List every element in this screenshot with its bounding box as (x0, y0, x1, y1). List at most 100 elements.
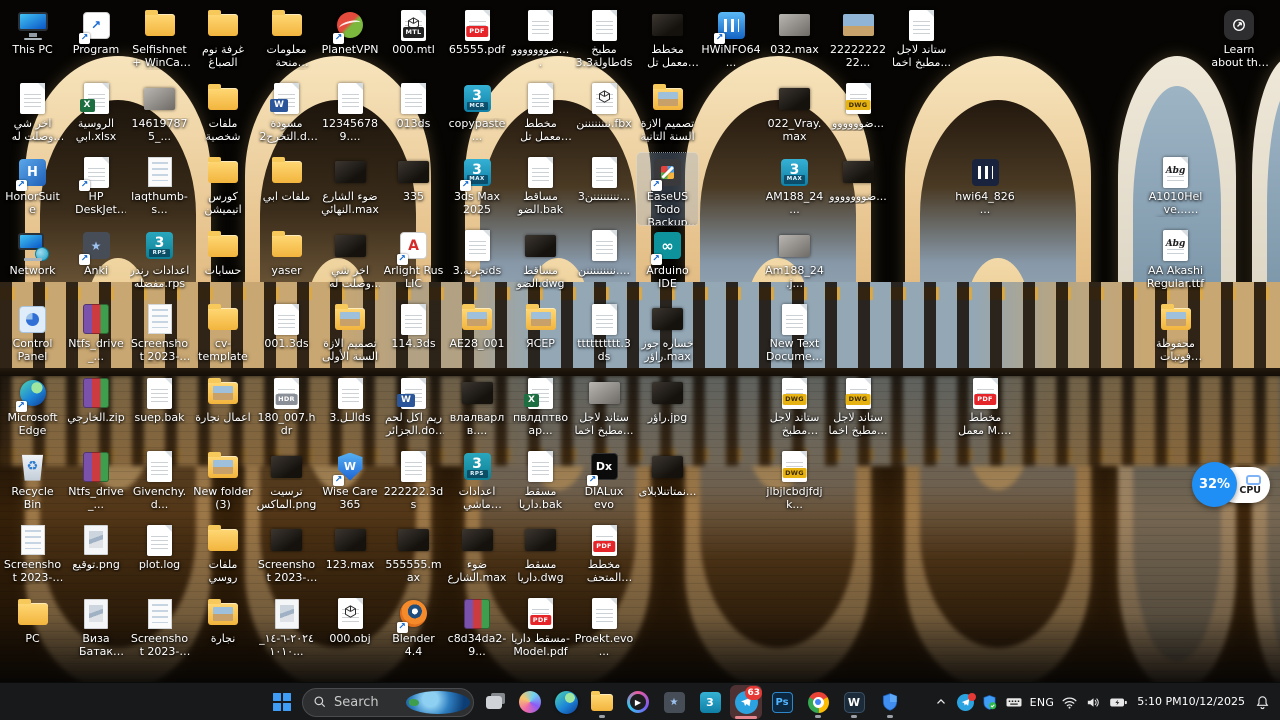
desktop-icon[interactable]: مطبخ طاولة3.3ds (574, 6, 635, 78)
desktop-icon[interactable]: ملفات ابي (256, 153, 317, 225)
tray-telegram-icon[interactable] (954, 687, 977, 717)
desktop-icon[interactable]: PDF65555.pdf (447, 6, 508, 78)
desktop-icon[interactable]: 2222222222... (828, 6, 889, 78)
desktop-icon[interactable]: AbgAA Akashi Regular.ttf (1145, 227, 1206, 299)
desktop-icon[interactable]: DWGستاند لاجل مطبخ اخما... (828, 374, 889, 446)
desktop-icon[interactable]: ∞↗Arduino IDE (637, 227, 698, 299)
desktop-icon[interactable]: ضووووووو... (828, 153, 889, 225)
desktop-icon[interactable]: 022_Vray.max (764, 80, 825, 152)
desktop-icon[interactable]: توقيع.png (66, 521, 127, 593)
desktop-icon[interactable]: ↗Microsoft Edge (2, 374, 63, 446)
desktop-icon[interactable]: حسابات (193, 227, 254, 299)
desktop-icon[interactable]: كورس اتيميشن (193, 153, 254, 225)
desktop-icon[interactable]: اعمال نجارة (193, 374, 254, 446)
desktop-icon[interactable]: الـل.3ds (320, 374, 381, 446)
desktop-icon[interactable]: Xالروسية ابي.xlsx (66, 80, 127, 152)
desktop-icon[interactable]: Xпвлдптвоар... (510, 374, 571, 446)
desktop-icon[interactable]: اخر شي وصلت له ضوووووو... (2, 80, 63, 152)
desktop-icon[interactable]: Learn about this picture (1209, 6, 1270, 78)
tray-chevron-up-icon[interactable] (930, 687, 953, 717)
desktop-icon[interactable]: влалварлв.... (447, 374, 508, 446)
taskbar-file-explorer[interactable] (586, 685, 618, 719)
desktop-icon[interactable]: 3RPSاعدادات ماشي حالك.rps (447, 448, 508, 520)
taskbar-windscribe[interactable]: W (838, 685, 870, 719)
desktop-icon[interactable]: plot.log (129, 521, 190, 593)
desktop-icon[interactable]: Screenshot 2023-06-... (256, 521, 317, 593)
notification-bell-icon[interactable] (1251, 687, 1274, 717)
desktop-icon[interactable]: 013ds (383, 80, 444, 152)
desktop-icon[interactable]: Selfishnet + WinCap (Wi... (129, 6, 190, 78)
wifi-icon[interactable] (1058, 687, 1081, 717)
desktop-icon[interactable]: Wمسودة التخرج2.docx (256, 80, 317, 152)
desktop-icon[interactable]: ↗PlanetVPN (320, 6, 381, 78)
tray-security-shield-icon[interactable] (978, 687, 1001, 717)
desktop-icon[interactable]: HDR180_007.hdr (256, 374, 317, 446)
start-button[interactable] (266, 685, 298, 719)
desktop-icon[interactable]: hwi64_826... (955, 153, 1016, 225)
desktop-icon[interactable]: محفوظة فوتبات حمدي (1145, 300, 1206, 372)
desktop-icon[interactable]: تصميم الازة السنة التانية (637, 80, 698, 152)
desktop-icon[interactable]: PDFمخطط المتحف شع... (574, 521, 635, 593)
desktop-icon[interactable]: ننننننننن.fbx (574, 80, 635, 152)
desktop-icon[interactable]: مساقط الضو.dwg (510, 227, 571, 299)
desktop-icon[interactable]: معلومات منحة الروسية (256, 6, 317, 78)
search-highlight-earth-icon[interactable] (406, 691, 471, 714)
desktop-icon-grid[interactable]: This PC↗↗ProgramSelfishnet + WinCap (Wi.… (0, 0, 1280, 682)
desktop-icon[interactable]: ★↗Anki (66, 227, 127, 299)
desktop-icon[interactable]: 001.3ds (256, 300, 317, 372)
desktop-icon[interactable]: 3MAXAM188_24... (764, 153, 825, 225)
language-indicator[interactable]: ENG (1027, 687, 1058, 717)
battery-icon[interactable] (1106, 687, 1131, 717)
desktop-icon[interactable]: مسقط داريا.bak (510, 448, 571, 520)
desktop-icon[interactable]: PC (2, 595, 63, 667)
volume-icon[interactable] (1082, 687, 1105, 717)
taskbar-copilot[interactable] (514, 685, 546, 719)
desktop-icon[interactable]: DWGستاند لاجل مطبخ اخماتو... (764, 374, 825, 446)
desktop-icon[interactable]: ضووووووو.... (510, 6, 571, 78)
desktop-icon[interactable]: MTL000.mtl (383, 6, 444, 78)
desktop-icon[interactable]: Dx↗DIALux evo (574, 448, 635, 520)
desktop-icon[interactable]: A↗Arlight Rus LIC (383, 227, 444, 299)
desktop-icon[interactable]: New Text Document.txt (764, 300, 825, 372)
desktop-icon[interactable]: Screenshot 2023-01-... (129, 300, 190, 372)
desktop-icon[interactable]: laqthumb-s... (129, 153, 190, 225)
desktop-icon[interactable]: Network (2, 227, 63, 299)
desktop-icon[interactable]: ↗HP DeskJet 2130 series... (66, 153, 127, 225)
desktop-icon[interactable]: ترسيت الماكس.png (256, 448, 317, 520)
desktop-icon[interactable]: خساره جوز راؤر.max (637, 300, 698, 372)
desktop-icon[interactable]: ↗Blender 4.4 (383, 595, 444, 667)
desktop-icon[interactable]: نجارة (193, 595, 254, 667)
taskbar-task-view[interactable] (478, 685, 510, 719)
desktop-icon[interactable]: 3RPSاعدادات رندر مفضله.rps (129, 227, 190, 299)
desktop-icon[interactable]: Screenshot 2023-05-... (2, 521, 63, 593)
desktop-icon[interactable]: 146197875_... (129, 80, 190, 152)
desktop-icon[interactable]: ملفات روسي (193, 521, 254, 593)
desktop-icon[interactable]: 123456789.... (320, 80, 381, 152)
desktop-icon[interactable]: cv-template (193, 300, 254, 372)
desktop-icon[interactable]: تصميم الازة السنة الأولى (320, 300, 381, 372)
desktop-icon[interactable]: تجربة.3ds (447, 227, 508, 299)
touch-keyboard-icon[interactable] (1002, 687, 1026, 717)
taskbar-chrome[interactable] (802, 685, 834, 719)
desktop-icon[interactable]: ↗↗Program (66, 6, 127, 78)
desktop-icon[interactable]: New folder (3) (193, 448, 254, 520)
desktop-icon[interactable]: ضوء الشارع النهائي.max (320, 153, 381, 225)
taskbar-anki[interactable]: ★ (658, 685, 690, 719)
desktop-icon[interactable]: c8d34da2-9... (447, 595, 508, 667)
desktop-icon[interactable]: Wريم اكل لحم الجزائر.docx (383, 374, 444, 446)
desktop-icon[interactable]: راؤر.jpg (637, 374, 698, 446)
desktop-icon[interactable]: Виза Батак Ясер.jpg (66, 595, 127, 667)
desktop-icon[interactable]: 335 (383, 153, 444, 225)
taskbar-3ds-max[interactable]: 3 (694, 685, 726, 719)
desktop-icon[interactable]: 3MAX↗3ds Max 2025 (447, 153, 508, 225)
desktop-icon[interactable]: tttttttttt.3ds (574, 300, 635, 372)
desktop-icon[interactable]: 000.obj (320, 595, 381, 667)
desktop-icon[interactable]: غرفة نوم الصباغ (193, 6, 254, 78)
taskbar-clock[interactable]: 5:10 PM 10/12/2025 (1132, 687, 1250, 717)
desktop-icon[interactable]: 123.max (320, 521, 381, 593)
desktop-icon[interactable]: Am188_24.j... (764, 227, 825, 299)
search-box[interactable]: Search (302, 688, 474, 717)
taskbar-telegram[interactable]: 63 (730, 685, 762, 719)
desktop-icon[interactable]: Givenchy.d... (129, 448, 190, 520)
desktop-icon[interactable]: AE28_001 (447, 300, 508, 372)
